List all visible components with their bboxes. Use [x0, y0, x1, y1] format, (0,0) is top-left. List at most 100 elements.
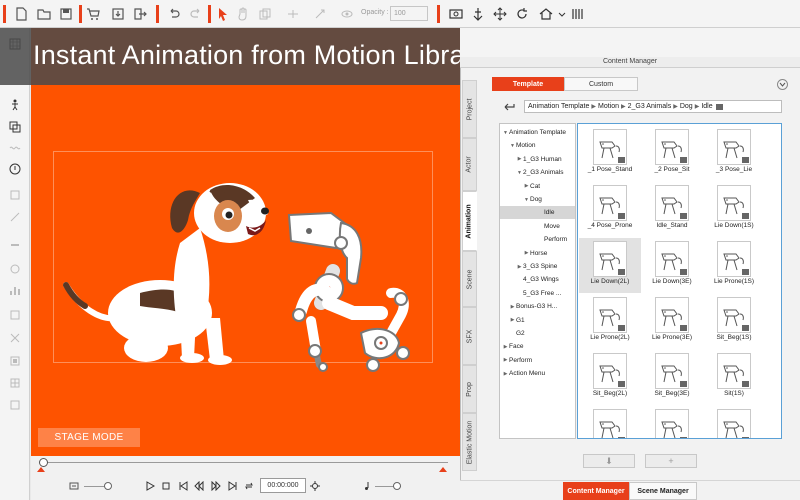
anchor-button[interactable] [469, 5, 487, 23]
save-button[interactable] [57, 5, 75, 23]
breadcrumb-item[interactable]: Animation Template [528, 103, 589, 110]
rotate-button[interactable] [513, 5, 531, 23]
collapse-button[interactable] [777, 79, 788, 90]
hand-tool-button[interactable] [234, 5, 252, 23]
tree-item[interactable]: ▼ 2_G3 Animals [500, 166, 575, 179]
breadcrumb-item[interactable]: Motion [598, 103, 619, 110]
caret-right-icon[interactable]: ▶ [509, 317, 516, 323]
caret-right-icon[interactable]: ▶ [516, 156, 523, 162]
tree-item[interactable]: ▶ Action Menu [500, 367, 575, 380]
redo-button[interactable] [187, 5, 205, 23]
template-item[interactable] [641, 406, 703, 438]
breadcrumb-item[interactable]: Idle [701, 103, 712, 110]
tree-item[interactable]: ▶ Face [500, 340, 575, 353]
tree-item[interactable]: 5_G3 Free ... [500, 287, 575, 300]
move-button[interactable] [491, 5, 509, 23]
tile-tool[interactable] [8, 398, 22, 412]
mesh-tool[interactable] [8, 376, 22, 390]
prev-frame-button[interactable] [193, 480, 205, 492]
breadcrumb-item[interactable]: Dog [680, 103, 693, 110]
first-frame-button[interactable] [177, 480, 189, 492]
caret-down-icon[interactable]: ▼ [509, 143, 516, 149]
template-item[interactable]: Sit_Beg(3E) [641, 350, 703, 405]
breadcrumb-item[interactable]: 2_G3 Animals [628, 103, 672, 110]
volume-slider-knob[interactable] [393, 482, 401, 490]
template-item[interactable]: Lie Down(2L) [579, 238, 641, 293]
tab-project[interactable]: Project [462, 80, 477, 138]
template-item[interactable]: Idle_Stand [641, 182, 703, 237]
caret-down-icon[interactable]: ▼ [523, 197, 530, 203]
select-tool-button[interactable] [214, 5, 232, 23]
template-item[interactable]: Lie Down(3E) [641, 238, 703, 293]
tree-item[interactable]: Perform [500, 233, 575, 246]
tree-item[interactable]: ▶ 3_G3 Spine [500, 260, 575, 273]
duplicate-button[interactable] [256, 5, 274, 23]
deform-tool[interactable] [8, 331, 22, 345]
audio-button[interactable] [361, 480, 373, 492]
caret-right-icon[interactable]: ▶ [523, 250, 530, 256]
tree-item[interactable]: 4_G3 Wings [500, 273, 575, 286]
subtitle-button[interactable] [68, 480, 80, 492]
mask-tool[interactable] [8, 354, 22, 368]
last-frame-button[interactable] [227, 480, 239, 492]
transform-button[interactable] [311, 5, 329, 23]
tree-item[interactable]: ▶ 1_G3 Human [500, 153, 575, 166]
timeline-track[interactable] [43, 462, 448, 463]
tree-item[interactable]: ▶ G1 [500, 314, 575, 327]
caret-right-icon[interactable]: ▶ [509, 304, 516, 310]
template-item[interactable]: Lie Down(1S) [703, 182, 765, 237]
timeline-start-marker[interactable] [37, 467, 45, 472]
camera-button[interactable] [447, 5, 465, 23]
import-button[interactable] [109, 5, 127, 23]
sprite-tool[interactable] [8, 308, 22, 322]
caret-right-icon[interactable]: ▶ [523, 183, 530, 189]
play-button[interactable] [144, 480, 156, 492]
tab-template[interactable]: Template [492, 77, 564, 91]
bone-tool[interactable] [8, 238, 22, 252]
undo-button[interactable] [165, 5, 183, 23]
template-item[interactable]: _1 Pose_Stand [579, 126, 641, 181]
next-frame-button[interactable] [210, 480, 222, 492]
tree-item[interactable]: ▶ Horse [500, 247, 575, 260]
caret-right-icon[interactable]: ▶ [516, 264, 523, 270]
open-button[interactable] [35, 5, 53, 23]
tree-item[interactable]: ▼ Animation Template [500, 126, 575, 139]
timeline-playhead[interactable] [39, 458, 48, 467]
library-button[interactable] [569, 5, 587, 23]
tree-item[interactable]: ▼ Motion [500, 139, 575, 152]
back-arrow-icon[interactable] [503, 102, 515, 112]
path-tool[interactable] [8, 210, 22, 224]
caret-right-icon[interactable]: ▶ [502, 357, 509, 363]
speed-slider-knob[interactable] [104, 482, 112, 490]
speech-tool[interactable] [8, 162, 22, 176]
template-item[interactable]: Lie Prone(3E) [641, 294, 703, 349]
tree-item[interactable]: Move [500, 220, 575, 233]
template-item[interactable]: Lie Prone(1S) [703, 238, 765, 293]
opacity-input[interactable]: 100 [390, 6, 428, 21]
tab-actor[interactable]: Actor [462, 138, 477, 191]
add-button[interactable]: + [645, 454, 697, 468]
visibility-button[interactable] [338, 5, 356, 23]
tree-item[interactable]: G2 [500, 327, 575, 340]
stage-mode-button[interactable]: STAGE MODE [38, 428, 140, 447]
stage-canvas[interactable]: STAGE MODE [31, 28, 460, 456]
tab-scene[interactable]: Scene [462, 251, 477, 307]
new-file-button[interactable] [12, 5, 30, 23]
tab-custom[interactable]: Custom [564, 77, 638, 91]
actor-tool[interactable] [8, 98, 22, 112]
template-item[interactable]: Sit_Beg(1S) [703, 294, 765, 349]
template-item[interactable]: Lie Prone(2L) [579, 294, 641, 349]
template-item[interactable]: Sit(1S) [703, 350, 765, 405]
tab-animation[interactable]: Animation [462, 191, 477, 251]
wave-tool[interactable] [8, 141, 22, 155]
template-item[interactable] [703, 406, 765, 438]
settings-button[interactable] [309, 480, 321, 492]
tree-item[interactable]: ▶ Perform [500, 354, 575, 367]
caret-right-icon[interactable]: ▶ [502, 344, 509, 350]
tab-prop[interactable]: Prop [462, 365, 477, 413]
tree-item[interactable]: Idle [500, 206, 575, 220]
tree-item[interactable]: ▶ Bonus-G3 H... [500, 300, 575, 313]
spring-tool[interactable] [8, 262, 22, 276]
timeline-end-marker[interactable] [439, 467, 447, 472]
store-button[interactable] [84, 5, 102, 23]
